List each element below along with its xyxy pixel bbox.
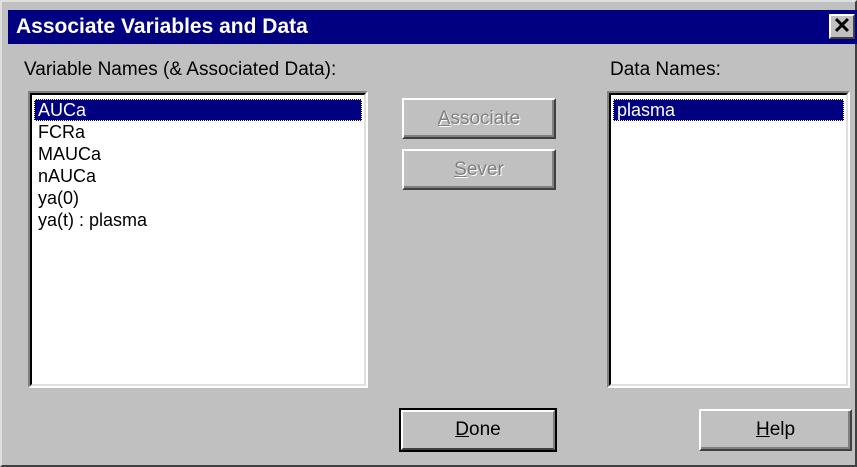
data-names-list: plasma [611, 99, 846, 121]
variable-name-item[interactable]: FCRa [34, 121, 362, 143]
data-name-item[interactable]: plasma [613, 99, 844, 121]
variable-name-item[interactable]: nAUCa [34, 165, 362, 187]
variable-name-item[interactable]: MAUCa [34, 143, 362, 165]
variable-names-list: AUCa FCRa MAUCa nAUCa ya(0) ya(t) : plasma [32, 99, 364, 231]
associate-mnemonic: A [437, 107, 451, 129]
sever-mnemonic: S [454, 158, 467, 180]
window-title: Associate Variables and Data [16, 15, 308, 38]
associate-button[interactable]: Associate [402, 98, 556, 139]
done-button[interactable]: Done [399, 408, 557, 452]
sever-button[interactable]: Sever [402, 149, 556, 190]
data-names-label: Data Names: [610, 59, 721, 80]
help-mnemonic: H [755, 419, 770, 440]
variable-name-item[interactable]: ya(0) [34, 187, 362, 209]
close-icon: ✕ [832, 13, 852, 38]
variable-name-item[interactable]: AUCa [34, 99, 362, 121]
done-mnemonic: D [455, 419, 470, 440]
data-names-listbox[interactable]: plasma [607, 91, 850, 388]
close-button[interactable]: ✕ [829, 13, 855, 39]
variable-names-listbox[interactable]: AUCa FCRa MAUCa nAUCa ya(0) ya(t) : plasma [28, 91, 368, 388]
help-button[interactable]: Help [699, 409, 852, 451]
sever-label: ever [466, 158, 504, 180]
variable-name-item[interactable]: ya(t) : plasma [34, 209, 362, 231]
help-label: elp [769, 419, 796, 440]
done-label: one [469, 419, 501, 440]
variable-names-label: Variable Names (& Associated Data): [24, 59, 337, 80]
associate-dialog: Associate Variables and Data ✕ Variable … [0, 0, 857, 467]
title-bar[interactable]: Associate Variables and Data ✕ [8, 10, 857, 44]
associate-label: ssociate [450, 107, 521, 129]
